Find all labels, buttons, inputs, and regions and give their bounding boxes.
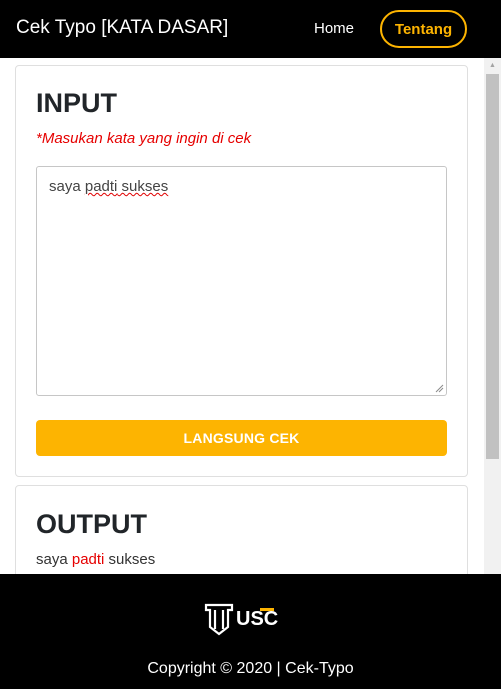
footer: USC Copyright © 2020 | Cek-Typo	[0, 574, 501, 689]
input-card: INPUT *Masukan kata yang ingin di cek sa…	[15, 65, 468, 477]
scrollbar-thumb[interactable]	[486, 74, 499, 459]
usc-logo-icon: USC	[204, 602, 284, 636]
output-text-after: sukses	[104, 551, 156, 568]
output-result: saya padti sukses	[36, 551, 155, 568]
input-hint: *Masukan kata yang ingin di cek	[36, 130, 252, 147]
nav-link-home[interactable]: Home	[314, 20, 354, 37]
check-button[interactable]: LANGSUNG CEK	[36, 420, 447, 456]
nav-link-tentang[interactable]: Tentang	[380, 10, 467, 48]
input-heading: INPUT	[36, 88, 117, 118]
output-text-before: saya	[36, 551, 72, 568]
input-text-typo: padti	[84, 178, 118, 195]
navbar: Cek Typo [KATA DASAR] Home Tentang	[0, 0, 501, 58]
logo-accent-bar	[260, 608, 274, 611]
input-text-before: saya	[49, 178, 85, 195]
input-text-after: sukses	[117, 178, 169, 195]
text-input-area[interactable]: saya padti sukses	[36, 166, 447, 396]
resize-grip-icon[interactable]	[435, 384, 444, 393]
page-scrollbar[interactable]: ▲	[484, 58, 501, 574]
brand-title[interactable]: Cek Typo [KATA DASAR]	[16, 17, 228, 39]
copyright-text: Copyright © 2020 | Cek-Typo	[147, 660, 354, 677]
output-text-typo: padti	[71, 551, 105, 568]
scroll-up-arrow-icon[interactable]: ▲	[484, 58, 501, 72]
output-heading: OUTPUT	[36, 509, 147, 539]
usc-shield-icon	[204, 603, 234, 636]
